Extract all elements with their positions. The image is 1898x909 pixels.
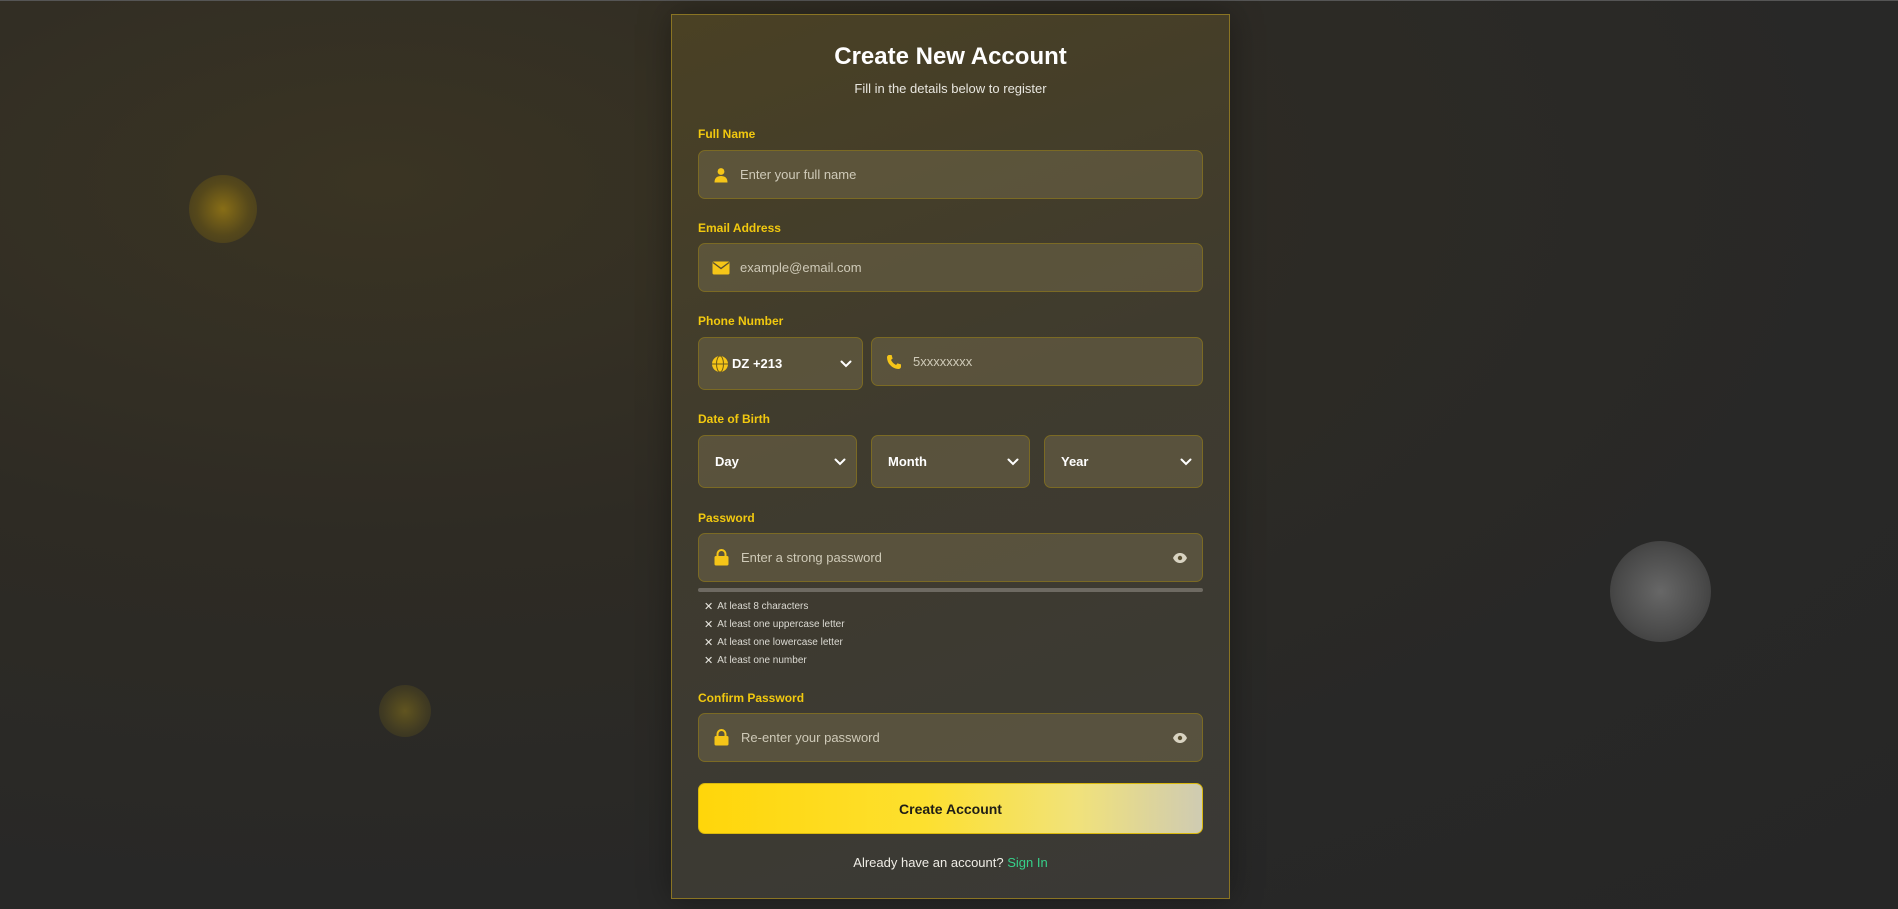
- phone-placeholder: 5xxxxxxxx: [913, 354, 973, 369]
- signin-prompt: Already have an account?: [853, 855, 1004, 870]
- password-placeholder: Enter a strong password: [741, 550, 882, 565]
- password-label: Password: [698, 511, 755, 525]
- page-subtitle: Fill in the details below to register: [854, 81, 1047, 96]
- password-strength-bar: [698, 588, 1203, 592]
- full-name-placeholder: Enter your full name: [740, 167, 857, 182]
- full-name-label: Full Name: [698, 127, 756, 141]
- decorative-orb: [1610, 541, 1711, 642]
- eye-icon[interactable]: [1172, 552, 1188, 564]
- confirm-password-field[interactable]: Re-enter your password: [698, 713, 1203, 762]
- confirm-password-placeholder: Re-enter your password: [741, 730, 880, 745]
- lock-icon: [711, 548, 731, 568]
- registration-card: Create New Account Fill in the details b…: [671, 14, 1230, 899]
- requirement-x-icon: ✕: [704, 619, 714, 631]
- dob-year-select[interactable]: Year: [1044, 435, 1203, 488]
- password-field[interactable]: Enter a strong password: [698, 533, 1203, 582]
- top-divider: [0, 0, 1898, 1]
- dob-day-select[interactable]: Day: [698, 435, 857, 488]
- password-requirement: ✕ At least one lowercase letter: [704, 636, 843, 649]
- password-requirement: ✕ At least one uppercase letter: [704, 618, 845, 631]
- requirement-x-icon: ✕: [704, 637, 714, 649]
- eye-icon[interactable]: [1172, 732, 1188, 744]
- signin-row: Already have an account? Sign In: [672, 855, 1229, 870]
- country-code-select[interactable]: DZ +213: [698, 337, 863, 390]
- dob-year-value: Year: [1061, 454, 1089, 469]
- phone-label: Phone Number: [698, 314, 784, 328]
- email-field[interactable]: example@email.com: [698, 243, 1203, 292]
- globe-icon: [710, 354, 730, 374]
- requirement-text: At least one uppercase letter: [717, 619, 845, 630]
- chevron-down-icon: [1007, 458, 1019, 465]
- confirm-password-label: Confirm Password: [698, 691, 805, 705]
- requirement-x-icon: ✕: [704, 601, 714, 613]
- dob-month-select[interactable]: Month: [871, 435, 1030, 488]
- decorative-orb: [379, 685, 431, 737]
- user-icon: [711, 165, 731, 185]
- lock-icon: [711, 728, 731, 748]
- email-label: Email Address: [698, 221, 781, 235]
- dob-label: Date of Birth: [698, 412, 770, 426]
- requirement-text: At least one lowercase letter: [717, 637, 843, 648]
- requirement-text: At least one number: [717, 655, 807, 666]
- password-requirement: ✕ At least one number: [704, 654, 807, 667]
- requirement-text: At least 8 characters: [717, 601, 809, 612]
- full-name-field[interactable]: Enter your full name: [698, 150, 1203, 199]
- requirement-x-icon: ✕: [704, 655, 714, 667]
- create-account-button[interactable]: Create Account: [698, 783, 1203, 834]
- phone-icon: [884, 352, 904, 372]
- email-placeholder: example@email.com: [740, 260, 862, 275]
- dob-month-value: Month: [888, 454, 927, 469]
- country-code-value: DZ +213: [732, 356, 783, 371]
- page-title: Create New Account: [834, 43, 1067, 70]
- chevron-down-icon: [840, 360, 852, 367]
- chevron-down-icon: [1180, 458, 1192, 465]
- chevron-down-icon: [834, 458, 846, 465]
- envelope-icon: [711, 258, 731, 278]
- phone-number-field[interactable]: 5xxxxxxxx: [871, 337, 1203, 386]
- signin-link[interactable]: Sign In: [1007, 855, 1047, 870]
- dob-day-value: Day: [715, 454, 739, 469]
- decorative-orb: [189, 175, 257, 243]
- password-requirement: ✕ At least 8 characters: [704, 600, 808, 613]
